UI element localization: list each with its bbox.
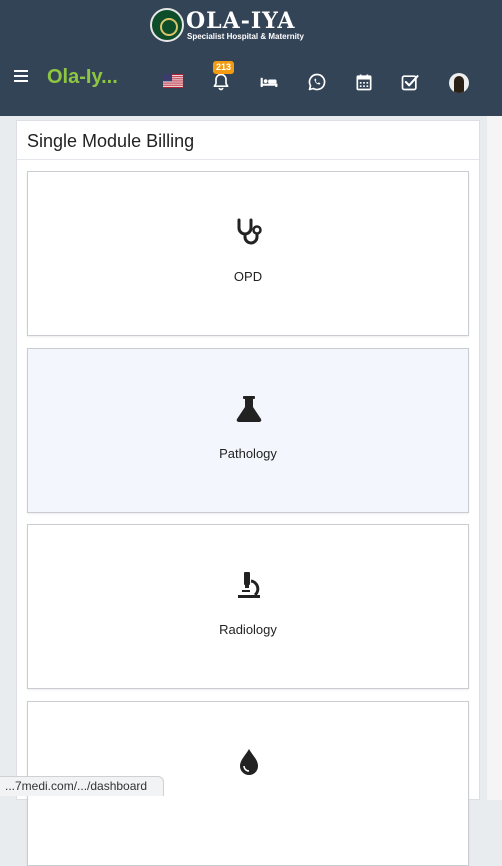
top-header: OLA-IYA Specialist Hospital & Maternity … bbox=[0, 0, 502, 116]
calendar-icon[interactable] bbox=[354, 72, 374, 92]
card-label: OPD bbox=[233, 269, 263, 284]
logo-name: OLA-IYA bbox=[186, 8, 296, 34]
whatsapp-icon[interactable] bbox=[307, 72, 327, 92]
us-flag-icon[interactable] bbox=[163, 74, 183, 88]
card-label: Radiology bbox=[219, 622, 277, 637]
notification-badge: 213 bbox=[213, 61, 235, 74]
pathology-module-card[interactable]: Pathology bbox=[27, 348, 469, 513]
microscope-icon bbox=[233, 569, 265, 601]
check-square-icon[interactable] bbox=[400, 72, 420, 92]
menu-icon[interactable] bbox=[14, 70, 28, 84]
logo-seal-icon bbox=[150, 8, 184, 42]
title-divider bbox=[17, 159, 479, 160]
blood-drop-icon bbox=[233, 746, 265, 778]
billing-panel: Single Module Billing OPD Pathology Radi… bbox=[16, 120, 480, 866]
bell-icon[interactable] bbox=[211, 72, 231, 92]
stethoscope-icon bbox=[233, 216, 265, 248]
page-title: Single Module Billing bbox=[27, 131, 195, 151]
opd-module-card[interactable]: OPD bbox=[27, 171, 469, 336]
status-bar-url: ...7medi.com/.../dashboard bbox=[0, 776, 165, 796]
radiology-module-card[interactable]: Radiology bbox=[27, 524, 469, 689]
card-label: Pathology bbox=[219, 446, 277, 461]
brand-name[interactable]: Ola-Iy... bbox=[47, 66, 127, 89]
bed-icon[interactable] bbox=[259, 72, 279, 92]
logo-tagline: Specialist Hospital & Maternity bbox=[187, 32, 304, 41]
user-avatar[interactable] bbox=[449, 73, 469, 93]
page-scrollbar[interactable] bbox=[487, 116, 502, 800]
hospital-logo[interactable]: OLA-IYA Specialist Hospital & Maternity bbox=[150, 8, 340, 46]
flask-icon bbox=[233, 393, 265, 425]
